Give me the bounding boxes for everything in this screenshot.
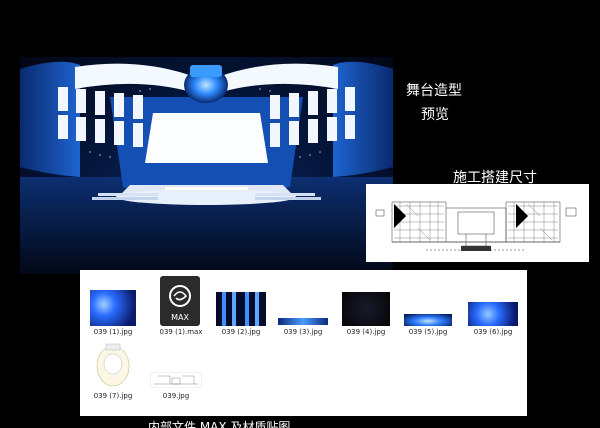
file-name: 039 (6).jpg bbox=[473, 328, 513, 336]
elevation-drawing-image-icon bbox=[149, 371, 203, 389]
file-name: 039 (5).jpg bbox=[408, 328, 448, 336]
file-item[interactable]: 039 (7).jpg bbox=[88, 340, 138, 404]
blue-pillars-image-icon bbox=[216, 292, 266, 326]
file-browser-panel: 039 (1).jpg MAX 039 (1).max 039 (2).jpg … bbox=[80, 270, 527, 416]
file-name: 039 (7).jpg bbox=[93, 392, 133, 400]
blue-glow-image-icon bbox=[404, 314, 452, 326]
file-item[interactable]: 039 (3).jpg bbox=[276, 290, 330, 340]
file-item[interactable]: MAX 039 (1).max bbox=[156, 276, 206, 340]
file-name: 039.jpg bbox=[162, 392, 190, 400]
file-name: 039 (1).jpg bbox=[93, 328, 133, 336]
file-item[interactable]: 039 (2).jpg bbox=[216, 290, 266, 340]
stage-illustration bbox=[20, 61, 393, 274]
file-name: 039 (3).jpg bbox=[283, 328, 323, 336]
construction-line-drawing bbox=[375, 201, 577, 251]
file-name: 039 (4).jpg bbox=[346, 328, 386, 336]
max-badge: MAX bbox=[171, 313, 189, 322]
construction-drawing-image bbox=[366, 184, 589, 262]
dark-stars-image-icon bbox=[342, 292, 390, 326]
blue-light-image-icon bbox=[90, 290, 136, 326]
file-item[interactable]: 039 (4).jpg bbox=[340, 290, 392, 340]
file-item[interactable]: 039 (5).jpg bbox=[402, 290, 454, 340]
internal-files-caption: 内部文件 MAX 及材质贴图 bbox=[148, 420, 291, 428]
elevation-drawing bbox=[149, 371, 203, 389]
file-name: 039 (2).jpg bbox=[221, 328, 261, 336]
blue-strip-image-icon bbox=[278, 318, 328, 325]
floor-plan-image-icon bbox=[94, 340, 132, 390]
stage-preview-subtitle: 预览 bbox=[421, 107, 449, 123]
file-name: 039 (1).max bbox=[159, 328, 203, 336]
floor-plan-drawing bbox=[96, 343, 130, 387]
stage-preview-title: 舞台造型 bbox=[406, 83, 462, 99]
file-item[interactable]: 039 (1).jpg bbox=[88, 290, 138, 340]
blue-sparkle-image-icon bbox=[468, 302, 518, 326]
file-item[interactable]: 039.jpg bbox=[148, 370, 204, 404]
file-item[interactable]: 039 (6).jpg bbox=[466, 290, 520, 340]
3ds-max-file-icon: MAX bbox=[160, 276, 200, 326]
stage-render-image bbox=[20, 57, 393, 274]
